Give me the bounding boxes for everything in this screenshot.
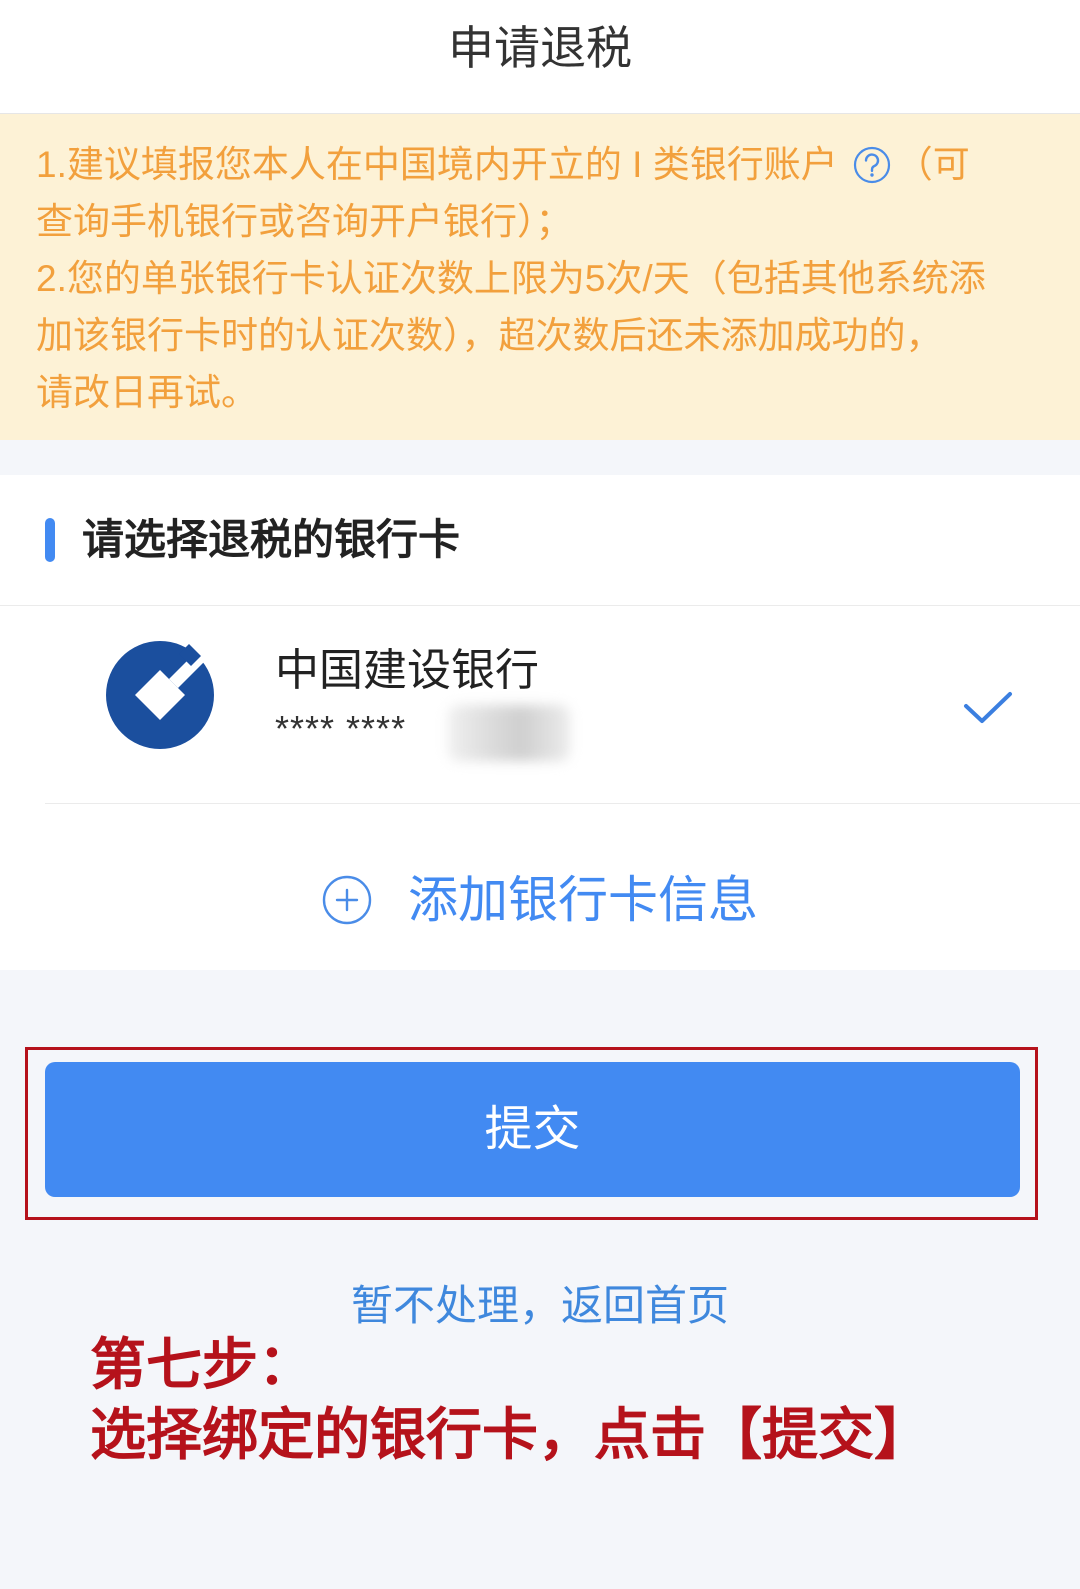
tutorial-annotation: 第七步： 选择绑定的银行卡，点击【提交】 <box>90 1330 930 1470</box>
plus-circle-icon <box>322 875 372 925</box>
bank-card-item[interactable]: 中国建设银行 **** **** <box>0 606 1080 803</box>
notice-banner: 1.建议填报您本人在中国境内开立的 I 类银行账户 （可 查询手机银行或咨询开户银… <box>0 114 1080 440</box>
annotation-instruction: 选择绑定的银行卡，点击【提交】 <box>90 1403 930 1466</box>
card-number-blurred <box>448 705 570 761</box>
checkmark-icon <box>964 692 1012 723</box>
annotation-step: 第七步： <box>90 1333 314 1396</box>
notice-item-2-line-2: 加该银行卡时的认证次数），超次数后还未添加成功的， <box>36 315 943 356</box>
notice-item-2-line-3: 请改日再试。 <box>36 372 258 413</box>
section-title: 请选择退税的银行卡 <box>82 516 461 563</box>
bank-card-section: 请选择退税的银行卡 中国建设银行 **** **** 添加银行卡信息 <box>0 475 1080 970</box>
notice-item-1-line-2: 查询手机银行或咨询开户银行）； <box>36 201 573 242</box>
add-bank-card-button[interactable]: 添加银行卡信息 <box>0 804 1080 970</box>
section-title-accent-bar <box>45 518 55 562</box>
submit-button[interactable]: 提交 <box>45 1062 1020 1197</box>
question-circle-icon[interactable] <box>852 144 892 184</box>
notice-item-1-line-1: 1.建议填报您本人在中国境内开立的 I 类银行账户 （可 <box>36 136 1044 193</box>
app-header: 申请退税 <box>0 0 1080 114</box>
notice-item-1-text: 1.建议填报您本人在中国境内开立的 I 类银行账户 <box>36 144 838 185</box>
notice-item-1-tail: （可 <box>895 144 970 185</box>
page-title: 申请退税 <box>448 22 632 74</box>
section-header: 请选择退税的银行卡 <box>0 475 1080 605</box>
add-bank-card-label: 添加银行卡信息 <box>408 872 758 928</box>
ccb-logo <box>106 641 214 749</box>
card-number-masked: **** **** <box>275 708 407 749</box>
skip-return-home-link[interactable]: 暂不处理，返回首页 <box>0 1280 1080 1332</box>
bank-name: 中国建设银行 <box>275 646 539 695</box>
notice-item-2-line-1: 2.您的单张银行卡认证次数上限为5次/天（包括其他系统添 <box>36 258 986 299</box>
